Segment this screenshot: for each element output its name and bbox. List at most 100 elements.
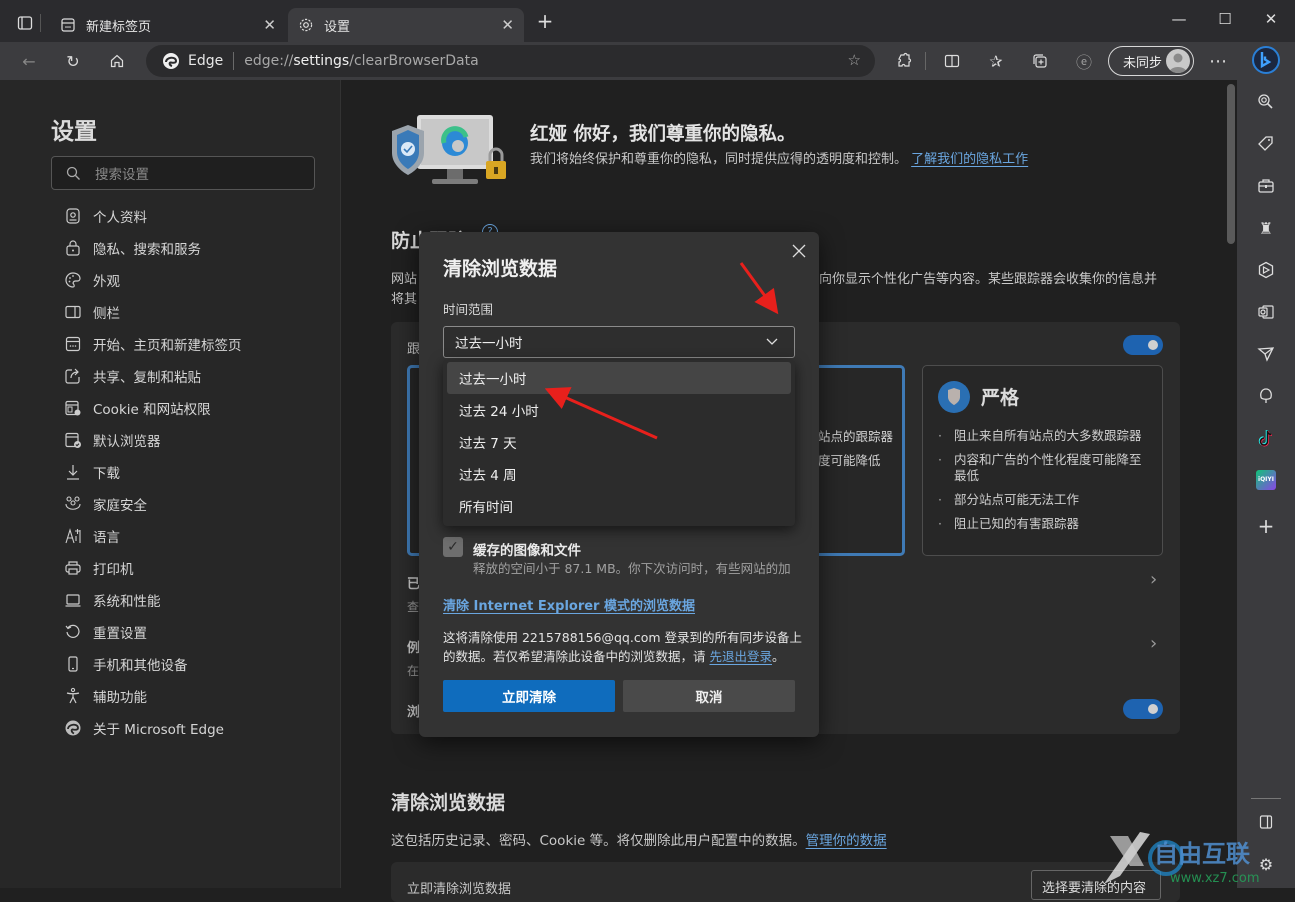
toolbox-icon[interactable] [1254,174,1278,198]
add-favorite-icon[interactable]: ☆ [848,51,861,69]
time-range-option[interactable]: 过去 24 小时 [447,394,791,426]
privacy-greeting: 红娅 你好，我们尊重你的隐私。 [530,124,796,145]
sidebar-item-lock[interactable]: 隐私、搜索和服务 [64,236,201,260]
reset-icon [64,623,82,641]
search-icon[interactable] [1254,90,1278,114]
toolbar: ← ↻ Edge edge://settings/clearBrowserDat… [0,42,1295,80]
time-range-option[interactable]: 过去一小时 [447,362,791,394]
cached-images-checkbox[interactable]: ✓ [443,537,463,557]
office-icon[interactable] [1254,258,1278,282]
sidebar-item-home-page[interactable]: 开始、主页和新建标签页 [64,332,242,356]
sidebar-item-label: 打印机 [93,562,134,578]
cancel-button[interactable]: 取消 [623,680,795,712]
sidebar-item-family[interactable]: 家庭安全 [64,492,147,516]
sidebar-item-share[interactable]: 共享、复制和粘贴 [64,364,201,388]
add-icon[interactable]: + [1254,514,1278,538]
profile-button[interactable]: 未同步 [1108,46,1194,76]
clear-ie-mode-data-link[interactable]: 清除 Internet Explorer 模式的浏览数据 [443,595,695,614]
new-tab-button[interactable]: + [531,9,559,33]
phone-icon [64,655,82,673]
sidebar-item-label: 默认浏览器 [93,434,161,450]
more-options-icon[interactable]: ⋯ [1207,50,1229,72]
privacy-learn-more-link[interactable]: 了解我们的隐私工作 [911,152,1028,167]
sidebar-item-label: 重置设置 [93,626,147,642]
minimize-button[interactable]: — [1165,10,1193,32]
inprivate-strict-toggle[interactable] [1123,699,1163,719]
back-icon[interactable]: ← [18,50,40,72]
iqiyi-icon[interactable]: iQIYI [1254,468,1278,492]
send-icon[interactable] [1254,342,1278,366]
sign-out-link[interactable]: 先退出登录 [709,649,772,664]
watermark-url: www.xz7.com [1170,871,1260,886]
tree-icon[interactable] [1254,384,1278,408]
url-text[interactable]: edge://settings/clearBrowserData [244,53,478,69]
refresh-icon[interactable]: ↻ [62,50,84,72]
time-range-option[interactable]: 过去 7 天 [447,426,791,458]
balanced-bullet: 站点的跟踪器 [818,429,894,444]
sidebar-item-label: 外观 [93,274,120,290]
time-range-select[interactable]: 过去一小时 [443,326,795,358]
close-tab-icon[interactable]: ✕ [501,16,514,34]
cached-images-label: 缓存的图像和文件 [473,543,581,559]
manage-data-link[interactable]: 管理你的数据 [806,833,887,849]
sidebar-icon [64,303,82,321]
scrollbar[interactable] [1227,84,1235,244]
tiktok-icon[interactable] [1254,426,1278,450]
favorites-icon[interactable]: ✰ [985,50,1007,72]
close-window-button[interactable]: ✕ [1257,10,1285,32]
sidebar-item-printer[interactable]: 打印机 [64,556,134,580]
watermark-text: 自由互联 [1154,840,1250,868]
tag-icon[interactable] [1254,132,1278,156]
privacy-illustration [390,113,512,189]
sidebar-item-cookie[interactable]: Cookie 和网站权限 [64,396,211,420]
new-tab-page-icon [60,17,76,33]
watermark-logo: 自由互联 www.xz7.com [1100,826,1290,886]
sidebar-item-label: 侧栏 [93,306,120,322]
balanced-bullet: 度可能降低 [818,453,881,468]
maximize-button[interactable]: ☐ [1211,10,1239,32]
clear-browsing-data-title: 清除浏览数据 [391,792,506,814]
sidebar-item-profile[interactable]: 个人资料 [64,204,147,228]
chevron-right-icon[interactable]: › [1150,569,1157,590]
close-tab-icon[interactable]: ✕ [263,16,276,34]
share-icon [64,367,82,385]
close-icon[interactable] [788,240,810,262]
sidebar-item-label: 系统和性能 [93,594,161,610]
tab-new-tab[interactable]: 新建标签页 ✕ [50,8,286,42]
bing-copilot-icon[interactable] [1251,45,1281,77]
search-settings-input[interactable]: 搜索设置 [51,156,315,190]
sidebar-item-download[interactable]: 下载 [64,460,120,484]
clear-browsing-data-desc: 这包括历史记录、密码、Cookie 等。将仅删除此用户配置中的数据。管理你的数据 [391,833,887,849]
time-range-option[interactable]: 过去 4 周 [447,458,791,490]
sidebar-item-edge[interactable]: 关于 Microsoft Edge [64,716,224,740]
sidebar-item-palette[interactable]: 外观 [64,268,120,292]
split-screen-icon[interactable] [941,50,963,72]
tab-actions-icon[interactable] [14,12,36,34]
clear-now-button[interactable]: 立即清除 [443,680,615,712]
games-icon[interactable]: ♜ [1254,216,1278,240]
tab-settings[interactable]: 设置 ✕ [288,8,524,42]
outlook-icon[interactable] [1254,300,1278,324]
extensions-icon[interactable] [893,50,915,72]
sidebar-item-laptop[interactable]: 系统和性能 [64,588,161,612]
sidebar-item-reset[interactable]: 重置设置 [64,620,147,644]
address-bar[interactable]: Edge edge://settings/clearBrowserData ☆ [146,45,875,77]
strict-bullet: · 部分站点可能无法工作 [938,492,1080,507]
home-icon[interactable] [106,50,128,72]
sidebar-item-language[interactable]: 语言 [64,524,120,548]
title-bar: 新建标签页 ✕ 设置 ✕ + — ☐ ✕ [0,0,1295,42]
time-range-option[interactable]: 所有时间 [447,490,791,522]
ie-mode-icon[interactable]: ⓔ [1073,50,1095,72]
default-browser-icon [64,431,82,449]
collections-icon[interactable] [1029,50,1051,72]
chevron-right-icon[interactable]: › [1150,633,1157,654]
sidebar-item-default-browser[interactable]: 默认浏览器 [64,428,161,452]
sidebar-item-accessibility[interactable]: 辅助功能 [64,684,147,708]
sidebar-item-phone[interactable]: 手机和其他设备 [64,652,188,676]
palette-icon [64,271,82,289]
sidebar-item-sidebar[interactable]: 侧栏 [64,300,120,324]
sidebar-item-label: 隐私、搜索和服务 [93,242,201,258]
edge-icon [162,52,180,70]
tracking-prevention-toggle[interactable] [1123,335,1163,355]
site-label: Edge [188,53,224,69]
